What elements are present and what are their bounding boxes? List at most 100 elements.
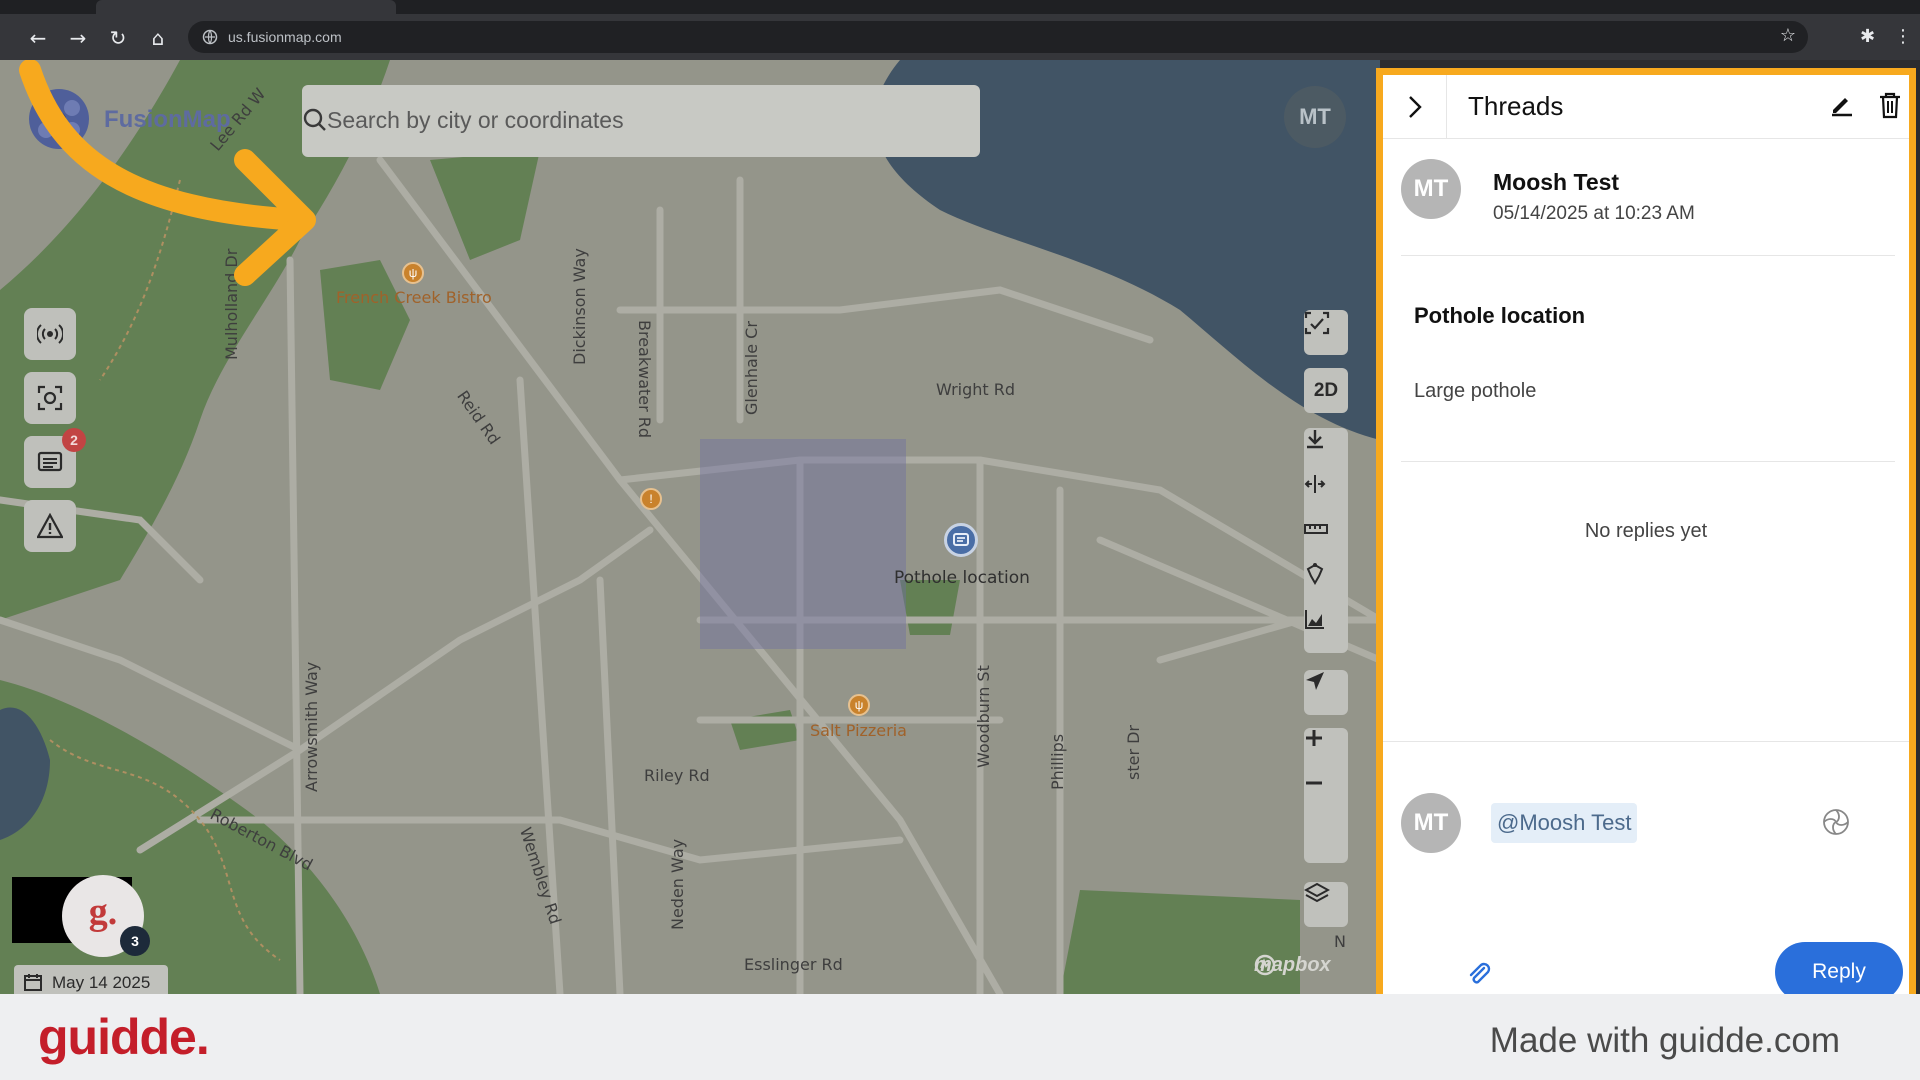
search-placeholder: Search by city or coordinates	[327, 107, 624, 133]
road-label: Neden Way	[668, 838, 687, 930]
address-bar[interactable]: us.fusionmap.com ☆	[188, 21, 1808, 53]
download-button[interactable]	[1304, 428, 1348, 473]
poi-label: Salt Pizzeria	[810, 721, 907, 740]
road-label: N	[1334, 932, 1346, 951]
made-with-text: Made with guidde.com	[1489, 1021, 1840, 1060]
author-name: Moosh Test	[1493, 169, 1620, 195]
thread-timestamp: 05/14/2025 at 10:23 AM	[1493, 203, 1695, 224]
mapbox-attribution[interactable]: mapbox	[1254, 954, 1331, 977]
focus-icon	[37, 385, 63, 411]
thread-marker-label: Pothole location	[894, 568, 1030, 588]
download-icon	[1307, 430, 1323, 449]
road-label: Wright Rd	[936, 380, 1016, 399]
road-label: Esslinger Rd	[744, 955, 843, 974]
reply-author-avatar: MT	[1401, 793, 1461, 853]
zoom-in-icon	[1306, 730, 1322, 746]
chart-icon	[1305, 610, 1324, 629]
browser-toolbar: ← → ↻ ⌂ us.fusionmap.com ☆ ✱ ⋮	[0, 14, 1920, 60]
broadcast-button[interactable]	[24, 308, 76, 360]
ruler-icon	[1304, 524, 1328, 534]
ai-capture-icon	[1304, 311, 1330, 335]
date-picker[interactable]: May 14 2025	[14, 965, 168, 994]
zoom-controls	[1304, 728, 1348, 863]
broadcast-icon	[37, 324, 63, 344]
divider	[1401, 255, 1895, 256]
guidde-count-badge: 3	[120, 926, 150, 956]
comments-icon	[37, 451, 63, 472]
attach-icon[interactable]	[1465, 961, 1493, 989]
draw-button[interactable]	[1304, 563, 1348, 608]
star-icon[interactable]: ☆	[1780, 25, 1796, 46]
date-label: May 14 2025	[52, 973, 151, 992]
guidde-footer: guidde. Made with guidde.com	[0, 994, 1920, 1080]
user-avatar[interactable]: MT	[1284, 86, 1346, 148]
thread-marker-icon[interactable]	[944, 523, 978, 557]
panel-title: Threads	[1468, 91, 1564, 121]
site-info-icon[interactable]	[202, 29, 218, 45]
forward-icon[interactable]: →	[66, 26, 90, 50]
divider	[1401, 461, 1895, 462]
restaurant-icon[interactable]: ψ	[848, 694, 870, 716]
ruler-button[interactable]	[1304, 518, 1348, 563]
page-viewport: Lee Rd W ψ French Creek Bistro Mulhollan…	[0, 60, 1920, 994]
back-icon[interactable]: ←	[26, 26, 50, 50]
road-label: Arrowsmith Way	[302, 661, 321, 792]
layers-button[interactable]	[1304, 882, 1348, 927]
author-avatar: MT	[1401, 159, 1461, 219]
road-label: Breakwater Rd	[635, 320, 654, 439]
map-search-input[interactable]: Search by city or coordinates	[302, 85, 980, 157]
threads-header: Threads	[1383, 75, 1909, 139]
delete-icon[interactable]	[1877, 91, 1903, 119]
guidde-logo: guidde.	[38, 1009, 210, 1065]
ai-capture-button[interactable]	[1304, 310, 1348, 355]
locate-button[interactable]	[1304, 670, 1348, 715]
mapbox-logo-icon	[1254, 954, 1276, 976]
split-button[interactable]	[1304, 473, 1348, 518]
guide-arrow-icon	[19, 60, 316, 286]
thread-title: Pothole location	[1414, 303, 1586, 328]
map-canvas[interactable]: Lee Rd W ψ French Creek Bistro Mulhollan…	[0, 60, 1380, 994]
zoom-out-icon	[1306, 781, 1322, 785]
zoom-in-button[interactable]	[1304, 728, 1348, 773]
url-text: us.fusionmap.com	[228, 29, 342, 45]
view-mode-label: 2D	[1313, 379, 1339, 401]
menu-icon[interactable]: ⋮	[1894, 26, 1912, 47]
road-label: Phillips	[1048, 733, 1067, 790]
threads-panel: Threads MT Moosh Test 05/14/2025 at 10:2…	[1376, 68, 1916, 994]
road-label: ster Dr	[1124, 724, 1143, 780]
browser-tab-strip	[0, 0, 1920, 14]
calendar-icon	[24, 974, 42, 991]
selection-area	[700, 439, 906, 649]
warning-icon	[37, 513, 63, 539]
hazard-marker-icon[interactable]: !	[640, 488, 662, 510]
home-icon[interactable]: ⌂	[146, 26, 170, 50]
reply-button[interactable]: Reply	[1775, 942, 1903, 994]
focus-button[interactable]	[24, 372, 76, 424]
view-mode-button[interactable]: 2D	[1304, 368, 1348, 413]
road-label: Glenhale Cr	[742, 321, 761, 415]
draw-icon	[1306, 563, 1324, 585]
locate-icon	[1306, 672, 1324, 690]
extensions-icon[interactable]: ✱	[1860, 26, 1875, 47]
layers-icon	[1304, 882, 1330, 903]
road-label: Woodburn St	[974, 665, 993, 768]
split-icon	[1304, 475, 1326, 493]
restaurant-icon[interactable]: ψ	[402, 262, 424, 284]
thread-body: Large pothole	[1414, 380, 1537, 402]
collapse-panel-button[interactable]	[1383, 75, 1447, 139]
chart-button[interactable]	[1304, 608, 1348, 653]
ai-assist-icon[interactable]	[1819, 805, 1853, 839]
map-tools-group	[1304, 428, 1348, 653]
reply-input-mention[interactable]: @Moosh Test	[1491, 803, 1638, 843]
comments-badge: 2	[62, 428, 86, 452]
empty-replies-message: No replies yet	[1584, 520, 1708, 542]
road-label: Riley Rd	[644, 766, 710, 785]
browser-tab[interactable]	[96, 0, 396, 14]
chevron-right-icon	[1409, 96, 1422, 118]
reload-icon[interactable]: ↻	[106, 26, 130, 50]
zoom-spacer	[1304, 818, 1348, 863]
zoom-out-button[interactable]	[1304, 773, 1348, 818]
edit-icon[interactable]	[1829, 91, 1855, 117]
hazard-button[interactable]	[24, 500, 76, 552]
poi-label: French Creek Bistro	[336, 288, 492, 307]
